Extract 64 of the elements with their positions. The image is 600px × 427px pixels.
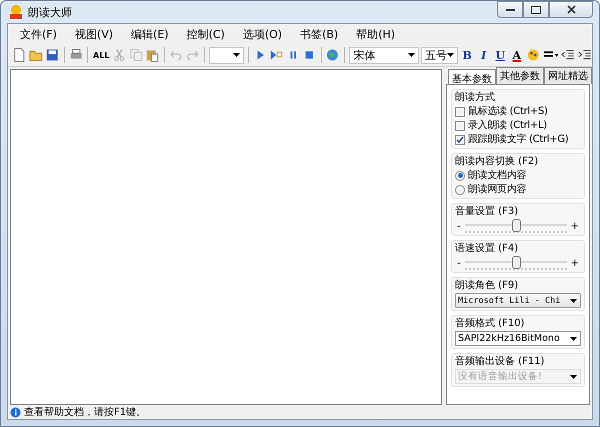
group-title: 音频输出设备 (F11) xyxy=(455,355,546,368)
group-title: 朗读角色 (F9) xyxy=(455,279,520,292)
group-title: 音频格式 (F10) xyxy=(455,317,526,330)
caret-icon[interactable] xyxy=(570,336,577,340)
group-title: 音量设置 (F3) xyxy=(455,205,520,218)
checkbox[interactable] xyxy=(455,106,465,116)
format-button[interactable]: I xyxy=(476,48,491,62)
menu-item[interactable]: 书签(B) xyxy=(294,26,350,42)
status-text: 查看帮助文档，请按F1键。 xyxy=(24,406,146,419)
dropdown[interactable]: SAPI22kHz16BitMono xyxy=(455,331,581,346)
checkbox-option[interactable]: 鼠标选读 (Ctrl+S) xyxy=(455,105,581,118)
plus-label: + xyxy=(570,220,579,232)
checkbox-option[interactable]: 跟踪朗读文字 (Ctrl+G) xyxy=(455,133,581,146)
menu-item[interactable]: 视图(V) xyxy=(68,26,126,42)
caret-icon[interactable] xyxy=(570,298,577,302)
menu-item[interactable]: 控制(C) xyxy=(180,26,237,42)
menu-item[interactable]: 文件(F) xyxy=(14,26,69,42)
radio-option[interactable]: 朗读文档内容 xyxy=(455,169,581,182)
select-all-button[interactable]: ALL xyxy=(92,50,110,60)
menu-item[interactable]: 选项(O) xyxy=(236,26,294,42)
maximize-icon xyxy=(531,6,541,14)
font-dropdown[interactable]: 宋体 xyxy=(349,46,419,64)
slider-track[interactable] xyxy=(464,256,567,270)
globe-icon[interactable] xyxy=(326,47,340,63)
format-button[interactable]: U xyxy=(493,48,508,62)
minimize-icon xyxy=(506,8,514,12)
slider-thumb[interactable] xyxy=(512,219,521,232)
maximize-button[interactable] xyxy=(523,1,549,18)
plus-label: + xyxy=(570,258,579,268)
minus-label: - xyxy=(457,258,461,268)
minus-label: - xyxy=(457,220,461,232)
caret-icon[interactable] xyxy=(408,53,415,57)
checkbox[interactable] xyxy=(455,120,465,130)
menu-item[interactable]: 帮助(H) xyxy=(350,26,408,42)
group-title: 朗读内容切换 (F2) xyxy=(455,155,540,168)
dropdown[interactable]: Microsoft Lili - Chi xyxy=(455,293,581,308)
radio-option[interactable]: 朗读网页内容 xyxy=(455,183,581,196)
slider-thumb[interactable] xyxy=(512,256,521,269)
bookmark-dropdown[interactable] xyxy=(208,46,244,64)
format-button[interactable]: A xyxy=(510,48,524,62)
caret-icon[interactable] xyxy=(446,53,454,57)
new-file-icon[interactable] xyxy=(12,47,27,63)
group-title: 朗读方式 xyxy=(455,91,496,104)
caret-icon[interactable] xyxy=(232,53,240,57)
close-button[interactable] xyxy=(549,1,593,18)
slider-track[interactable] xyxy=(464,219,567,233)
tab[interactable]: 其他参数 xyxy=(496,67,544,84)
app-logo-icon xyxy=(9,4,23,20)
menu-item[interactable]: 编辑(E) xyxy=(125,26,181,42)
font-size-dropdown[interactable]: 五号 xyxy=(420,46,458,64)
radio-button[interactable] xyxy=(455,184,465,194)
info-icon xyxy=(10,406,21,418)
checkbox-option[interactable]: 录入朗读 (Ctrl+L) xyxy=(455,119,581,132)
palette-icon[interactable] xyxy=(526,47,541,63)
minimize-button[interactable] xyxy=(497,1,523,18)
save-icon[interactable] xyxy=(45,47,60,63)
group-title: 语速设置 (F4) xyxy=(455,242,520,255)
checkbox[interactable] xyxy=(455,134,465,144)
tab[interactable]: 网址精选 xyxy=(544,67,592,84)
close-icon xyxy=(566,5,576,14)
format-button[interactable]: B xyxy=(460,48,474,62)
radio-button[interactable] xyxy=(455,170,465,180)
window-title: 朗读大师 xyxy=(28,4,72,20)
tab[interactable]: 基本参数 xyxy=(448,69,496,84)
